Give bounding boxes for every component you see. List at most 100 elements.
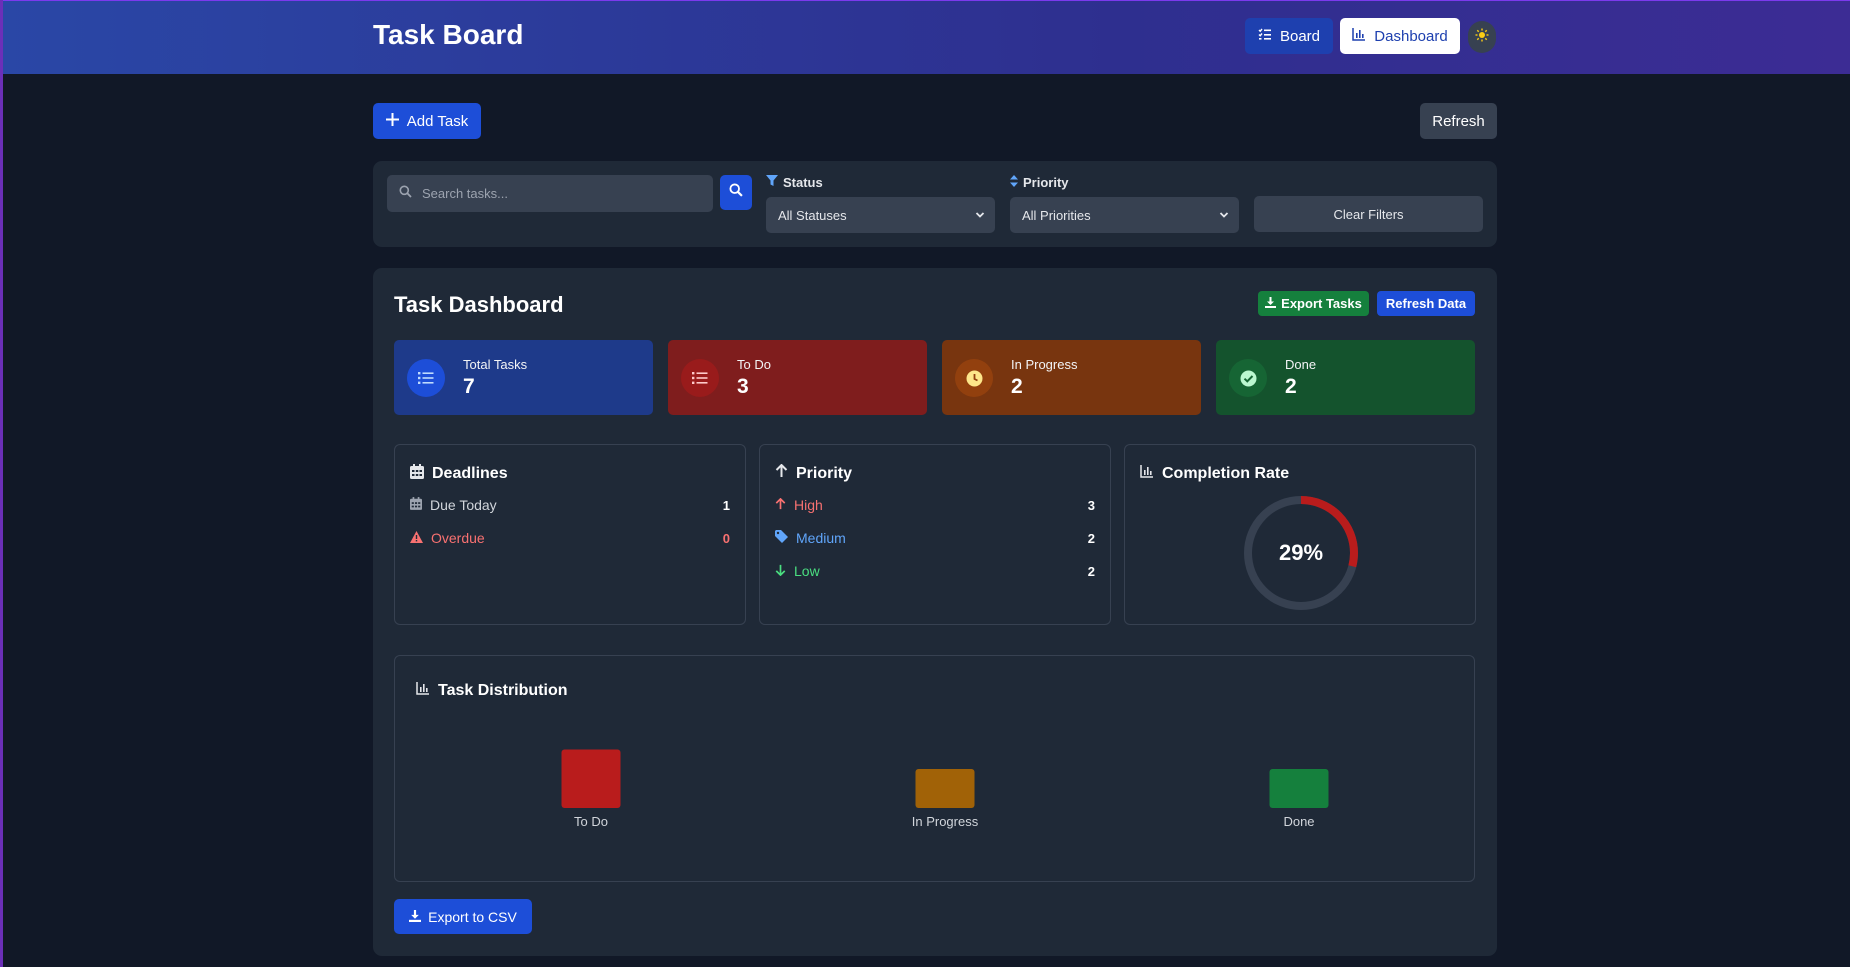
priority-medium-row: Medium 2 (775, 530, 1095, 546)
export-csv-button[interactable]: Export to CSV (394, 899, 532, 934)
clock-icon (955, 359, 993, 397)
arrow-up-icon (775, 497, 786, 513)
calendar-icon (410, 464, 424, 484)
status-label-text: Status (783, 175, 823, 190)
refresh-data-button[interactable]: Refresh Data (1377, 291, 1475, 316)
completion-donut: 29% (1244, 496, 1358, 610)
completion-percent: 29% (1279, 540, 1323, 565)
stat-value: 7 (463, 375, 475, 398)
add-task-label: Add Task (406, 112, 469, 130)
bar-to-do (561, 749, 621, 808)
dashboard-title: Task Dashboard (394, 292, 564, 317)
list-check-icon (1258, 27, 1272, 45)
bar-label: To Do (574, 814, 608, 829)
status-select-value: All Statuses (778, 207, 847, 223)
refresh-button[interactable]: Refresh (1420, 103, 1497, 139)
arrow-up-icon (775, 463, 788, 483)
deadlines-title: Deadlines (410, 464, 508, 484)
priority-low-count: 2 (1087, 563, 1095, 579)
plus-icon (385, 112, 399, 130)
search-icon (399, 185, 412, 203)
list-icon (407, 359, 445, 397)
export-tasks-label: Export Tasks (1281, 296, 1362, 311)
completion-card: Completion Rate 29% (1124, 444, 1476, 625)
refresh-label: Refresh (1432, 112, 1485, 130)
board-nav-label: Board (1279, 27, 1321, 45)
app-title: Task Board (373, 19, 524, 50)
stat-label: Total Tasks (463, 357, 528, 372)
due-today-count: 1 (722, 497, 730, 513)
priority-low-row: Low 2 (775, 563, 1095, 579)
stat-value: 2 (1011, 375, 1023, 398)
priority-label-text: Priority (1023, 175, 1069, 190)
deadlines-title-text: Deadlines (432, 465, 508, 482)
board-nav-button[interactable]: Board (1245, 18, 1333, 54)
stat-card-todo: To Do 3 (668, 340, 927, 415)
check-circle-icon (1229, 359, 1267, 397)
status-filter-label: Status (766, 175, 823, 190)
export-tasks-button[interactable]: Export Tasks (1258, 291, 1369, 316)
dashboard-nav-label: Dashboard (1374, 27, 1448, 45)
bar-label: Done (1283, 814, 1314, 829)
priority-title: Priority (775, 463, 853, 483)
stat-label: Done (1285, 357, 1317, 372)
priority-select-value: All Priorities (1022, 207, 1091, 223)
add-task-button[interactable]: Add Task (373, 103, 481, 139)
bar-in-progress (915, 769, 975, 808)
distribution-chart: To Do In Progress Done (561, 749, 1329, 829)
filter-panel: Status All Statuses Priority All Priorit… (373, 161, 1497, 247)
completion-title: Completion Rate (1140, 464, 1289, 483)
priority-high-count: 3 (1087, 497, 1095, 513)
sort-icon (1010, 175, 1018, 190)
theme-toggle-button[interactable] (1468, 21, 1496, 53)
calendar-icon (410, 497, 422, 513)
bar-label: In Progress (912, 814, 979, 829)
download-icon (1265, 296, 1277, 311)
warning-icon (410, 530, 423, 546)
tag-icon (775, 530, 788, 546)
priority-high-label: High (794, 497, 823, 513)
chart-bar-icon (1352, 27, 1366, 45)
search-icon (729, 183, 743, 202)
due-today-label: Due Today (430, 497, 497, 513)
due-today-row: Due Today 1 (410, 497, 730, 513)
stat-card-total: Total Tasks 7 (394, 340, 653, 415)
list-icon (681, 359, 719, 397)
chevron-down-icon (1219, 208, 1229, 223)
chart-bar-icon (1140, 464, 1154, 483)
bar-done (1269, 769, 1329, 808)
status-select[interactable]: All Statuses (766, 197, 995, 233)
search-box (387, 175, 713, 212)
stat-label: In Progress (1011, 357, 1078, 372)
stat-card-done: Done 2 (1216, 340, 1475, 415)
chevron-down-icon (975, 208, 985, 223)
deadlines-card: Deadlines Due Today 1 Overdue 0 (394, 444, 746, 625)
priority-card: Priority High 3 Medium 2 Low 2 (759, 444, 1111, 625)
clear-filters-button[interactable]: Clear Filters (1254, 196, 1483, 232)
stat-value: 2 (1285, 375, 1297, 398)
search-input[interactable] (422, 186, 702, 201)
stat-label: To Do (737, 357, 771, 372)
dashboard-nav-button[interactable]: Dashboard (1340, 18, 1460, 54)
download-icon (409, 909, 422, 925)
overdue-label: Overdue (431, 530, 485, 546)
stat-card-in-progress: In Progress 2 (942, 340, 1201, 415)
priority-high-row: High 3 (775, 497, 1095, 513)
dashboard-panel: Task Dashboard Export Tasks Refresh Data… (373, 268, 1497, 956)
priority-medium-label: Medium (796, 530, 846, 546)
priority-medium-count: 2 (1087, 530, 1095, 546)
overdue-count: 0 (722, 530, 730, 546)
stat-value: 3 (737, 375, 749, 398)
distribution-card: Task Distribution To Do In Progress Done (394, 655, 1475, 882)
priority-low-label: Low (794, 563, 820, 579)
priority-select[interactable]: All Priorities (1010, 197, 1239, 233)
search-button[interactable] (720, 175, 752, 210)
export-csv-label: Export to CSV (428, 908, 517, 925)
filter-icon (766, 175, 778, 190)
top-bar: Task Board Board Dashboard (3, 0, 1850, 74)
completion-title-text: Completion Rate (1162, 464, 1290, 482)
overdue-row: Overdue 0 (410, 530, 730, 546)
priority-filter-label: Priority (1010, 175, 1069, 190)
sun-icon (1475, 28, 1489, 47)
priority-title-text: Priority (796, 464, 853, 482)
